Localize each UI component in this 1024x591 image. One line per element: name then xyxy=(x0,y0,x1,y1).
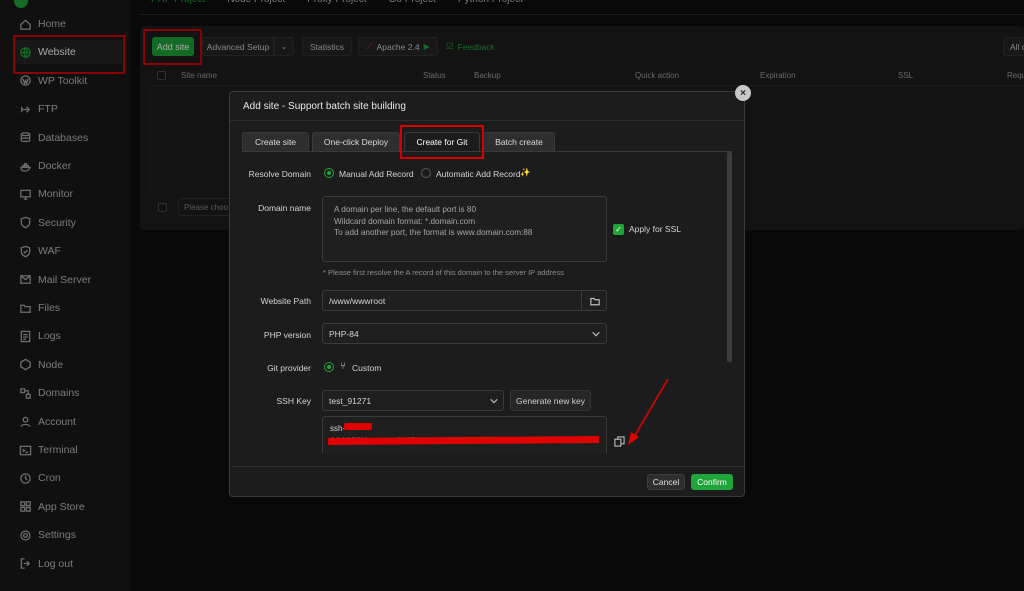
sparkle-icon: ✨ xyxy=(520,167,531,177)
git-custom-label: Custom xyxy=(352,363,382,373)
close-icon[interactable]: × xyxy=(735,85,751,101)
domain-placeholder-line-2: Wildcard domain format: *.domain.com xyxy=(334,216,476,226)
radio-manual-add-record[interactable] xyxy=(324,168,334,178)
confirm-button[interactable]: Confirm xyxy=(691,474,733,490)
apply-ssl-label: Apply for SSL xyxy=(629,224,681,234)
domain-placeholder-line-1: A domain per line, the default port is 8… xyxy=(334,205,477,214)
automatic-add-record-label: Automatic Add Record xyxy=(436,169,521,179)
resolve-domain-label: Resolve Domain xyxy=(248,169,311,179)
modal-divider xyxy=(230,120,744,121)
tab-one-click-deploy[interactable]: One-click Deploy xyxy=(312,132,400,152)
radio-automatic-add-record[interactable] xyxy=(421,168,431,178)
domain-name-textarea[interactable]: A domain per line, the default port is 8… xyxy=(322,196,607,262)
annotation-box-create-for-git xyxy=(400,125,484,159)
php-version-select[interactable]: PHP-84 xyxy=(322,323,607,344)
domain-placeholder-line-3: To add another port, the format is www.d… xyxy=(334,228,533,237)
modal-title: Add site - Support batch site building xyxy=(243,101,406,112)
website-path-input[interactable]: /www/wwwroot xyxy=(322,290,607,311)
annotation-arrow xyxy=(628,378,669,445)
radio-git-custom[interactable] xyxy=(324,362,334,372)
ssh-public-key-textarea[interactable]: ssh- AAAAB3Nz... test_91271 xyxy=(322,416,607,453)
website-path-label: Website Path xyxy=(260,296,311,306)
git-provider-label: Git provider xyxy=(267,363,311,373)
cancel-button[interactable]: Cancel xyxy=(647,474,685,490)
generate-new-key-button[interactable]: Generate new key xyxy=(510,390,591,411)
domain-name-label: Domain name xyxy=(258,203,311,213)
domain-hint: * Please first resolve the A record of t… xyxy=(323,268,564,277)
ssh-key-select[interactable]: test_91271 xyxy=(322,390,504,411)
tab-batch-create[interactable]: Batch create xyxy=(483,132,555,152)
chevron-down-icon xyxy=(488,395,500,407)
manual-add-record-label: Manual Add Record xyxy=(339,169,414,179)
chevron-down-icon xyxy=(590,328,602,340)
folder-picker-button[interactable] xyxy=(581,290,607,311)
tab-create-site[interactable]: Create site xyxy=(242,132,309,152)
folder-icon xyxy=(589,297,600,305)
modal-tabs-divider xyxy=(242,151,732,152)
modal-scrollbar[interactable] xyxy=(727,152,732,362)
modal-footer-divider xyxy=(230,466,744,467)
apply-ssl-checkbox[interactable]: ✓ xyxy=(613,224,624,235)
redaction-mark xyxy=(344,423,372,430)
ssh-key-label: SSH Key xyxy=(276,396,312,406)
git-branch-icon: ⑂ xyxy=(340,361,346,372)
php-version-label: PHP version xyxy=(263,330,311,340)
